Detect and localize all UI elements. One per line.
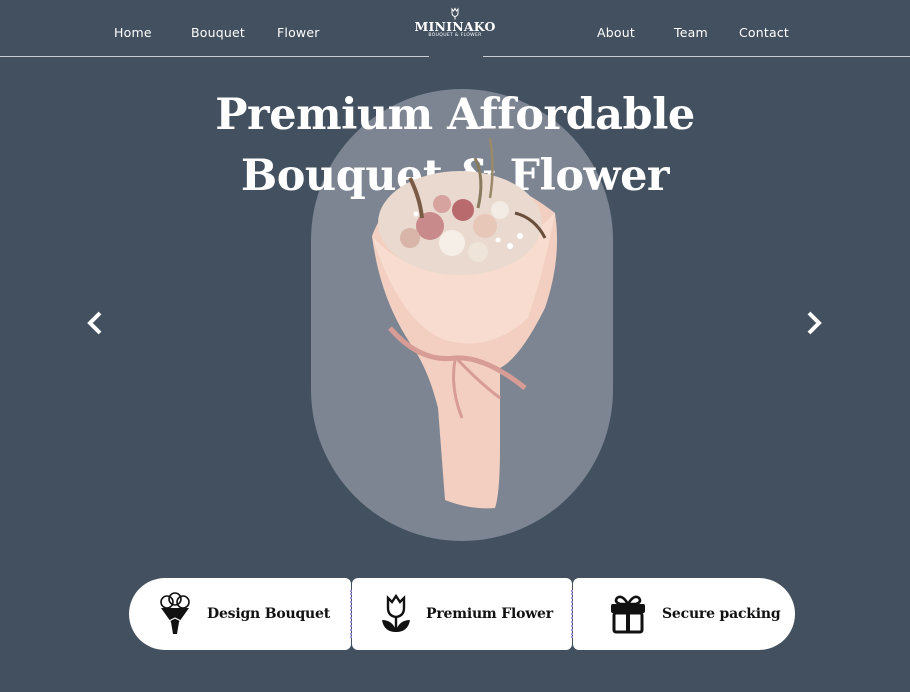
chevron-left-icon[interactable] bbox=[83, 310, 107, 336]
feature-label: Premium Flower bbox=[426, 606, 553, 622]
nav-link-team[interactable]: Team bbox=[674, 25, 708, 40]
feature-secure-packing: Secure packing bbox=[573, 578, 795, 650]
logo-name: MININAKO bbox=[414, 19, 496, 34]
feature-bar: Design Bouquet Premium Flower Secure pac… bbox=[129, 578, 795, 650]
feature-label: Secure packing bbox=[662, 606, 781, 622]
nav-link-bouquet[interactable]: Bouquet bbox=[191, 25, 245, 40]
chevron-right-icon[interactable] bbox=[802, 310, 826, 336]
feature-design-bouquet: Design Bouquet bbox=[129, 578, 351, 650]
top-nav: Home Bouquet Flower MININAKO BOUQUET & F… bbox=[0, 0, 910, 57]
flower-bouquet-image bbox=[372, 137, 558, 509]
nav-link-home[interactable]: Home bbox=[114, 25, 152, 40]
bouquet-icon bbox=[160, 592, 190, 634]
nav-divider-left bbox=[0, 56, 429, 57]
feature-premium-flower: Premium Flower bbox=[352, 578, 572, 650]
nav-link-contact[interactable]: Contact bbox=[739, 25, 789, 40]
feature-label: Design Bouquet bbox=[207, 606, 330, 622]
nav-divider-right bbox=[483, 56, 910, 57]
gift-icon bbox=[611, 595, 645, 634]
site-logo[interactable]: MININAKO BOUQUET & FLOWER bbox=[412, 7, 498, 47]
nav-link-about[interactable]: About bbox=[597, 25, 635, 40]
nav-link-flower[interactable]: Flower bbox=[277, 25, 320, 40]
tulip-icon bbox=[382, 593, 410, 632]
